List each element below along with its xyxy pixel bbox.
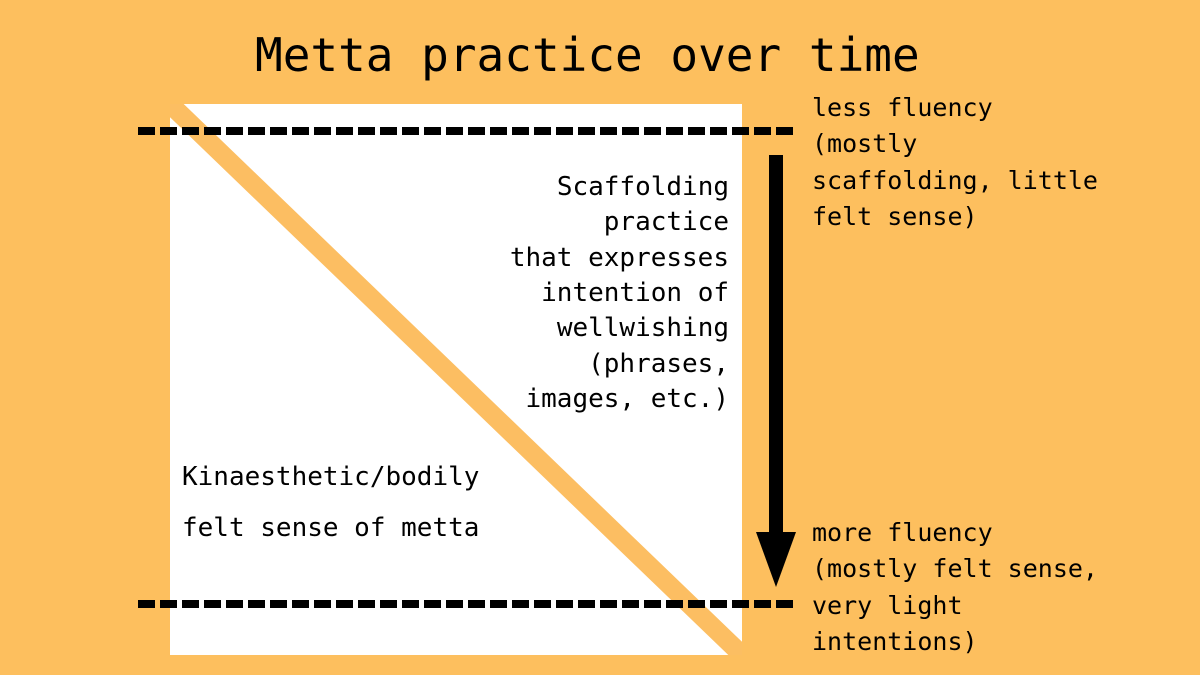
down-arrow-icon bbox=[754, 155, 798, 589]
more-fluency-annotation: more fluency (mostly felt sense, very li… bbox=[812, 518, 1098, 656]
less-fluency-annotation: less fluency (mostly scaffolding, little… bbox=[812, 93, 1098, 231]
page-title: Metta practice over time bbox=[255, 28, 920, 82]
dashed-line-icon-bottom bbox=[138, 600, 798, 608]
slide-canvas: Metta practice over time Scaffolding pra… bbox=[0, 0, 1200, 675]
kinaesthetic-felt-sense-label: Kinaesthetic/bodily felt sense of metta bbox=[182, 462, 480, 543]
scaffolding-practice-label: Scaffolding practice that expresses inte… bbox=[509, 172, 729, 415]
dashed-line-icon-top bbox=[138, 127, 798, 135]
